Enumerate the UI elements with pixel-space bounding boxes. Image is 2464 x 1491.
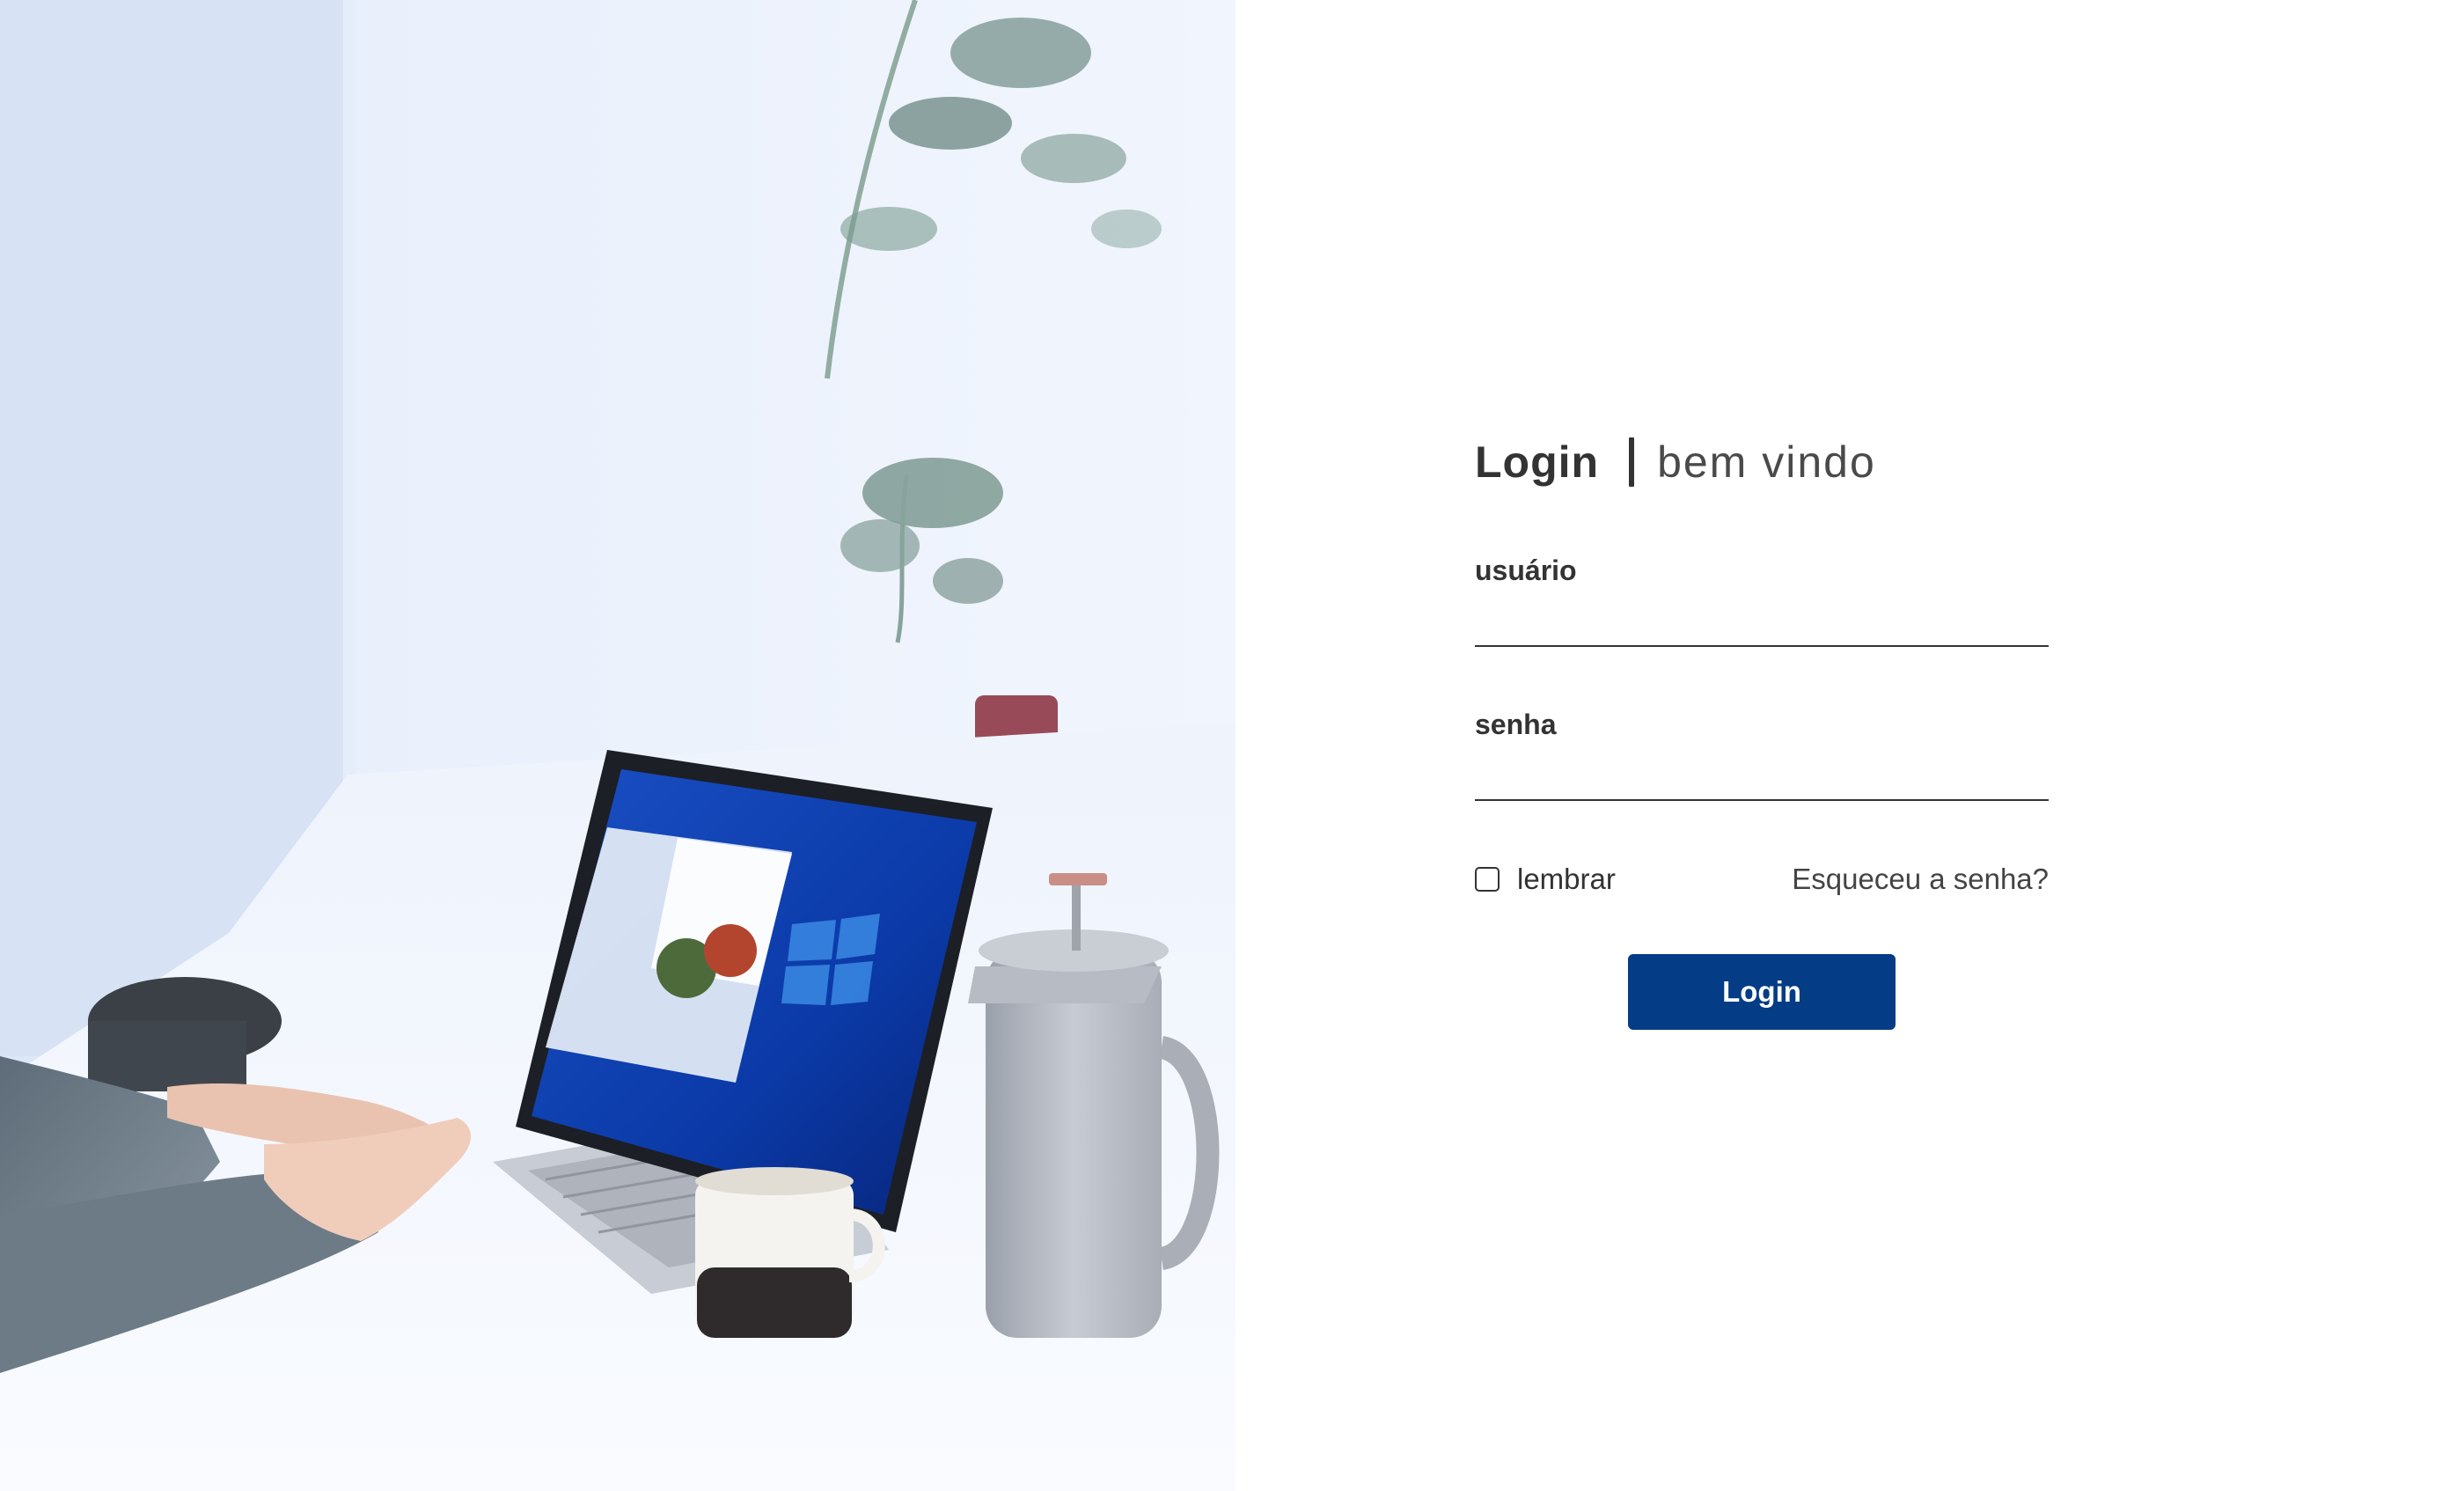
remember-me[interactable]: lembrar <box>1475 863 1616 896</box>
password-input[interactable] <box>1475 750 2049 801</box>
submit-wrapper: Login <box>1475 954 2049 1030</box>
login-button[interactable]: Login <box>1628 954 1896 1030</box>
username-field-group: usuário <box>1475 555 2049 647</box>
form-subtitle: bem vindo <box>1657 437 1876 487</box>
username-input[interactable] <box>1475 596 2049 647</box>
login-form: Login bem vindo usuário senha lembrar Es… <box>1475 422 2049 1030</box>
remember-checkbox[interactable] <box>1475 867 1500 892</box>
hero-photo <box>0 0 1236 1491</box>
remember-label: lembrar <box>1517 863 1616 895</box>
hero-photo-illustration <box>0 0 1236 1491</box>
password-field-group: senha <box>1475 709 2049 801</box>
heading-divider <box>1629 437 1635 487</box>
login-page: Login bem vindo usuário senha lembrar Es… <box>0 0 2464 1491</box>
form-heading: Login bem vindo <box>1475 422 2049 502</box>
username-label: usuário <box>1475 555 1577 586</box>
forgot-password-link[interactable]: Esqueceu a senha? <box>1792 863 2049 896</box>
form-title: Login <box>1475 437 1600 487</box>
login-options: lembrar Esqueceu a senha? <box>1475 857 2049 901</box>
password-label: senha <box>1475 709 1557 740</box>
